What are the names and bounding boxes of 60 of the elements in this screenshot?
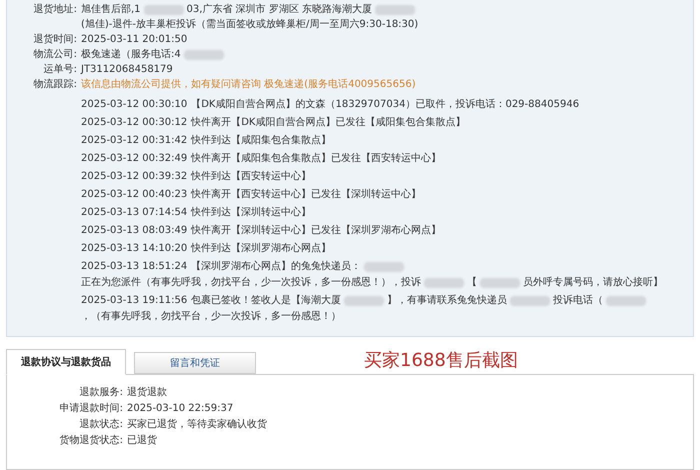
tracking-text: 快件离开【咸阳集包合集散点】已发往【西安转运中心】 [191,152,442,166]
field-label: 退货时间: [32,32,78,47]
field-value: JT3112068458179 [81,63,173,77]
field-value: 旭佳售后部,1 [81,2,141,17]
tracking-text: 快件离开【深圳转运中心】已发往【深圳罗湖布心网点】 [191,224,442,238]
tracking-time: 2025-03-13 18:51:24 [81,260,188,274]
tracking-text: 员外呼专属号码，请放心接听】 [523,276,663,290]
field-value: 已退货 [127,434,157,448]
tracking-time: 2025-03-12 00:31:42 [81,134,188,148]
tracking-text: 快件到达【咸阳集包合集散点】 [191,134,332,148]
redaction-blur [184,50,224,60]
field-value: 退货退款 [127,386,167,400]
redaction-blur [424,278,464,288]
tracking-time: 2025-03-12 00:30:10 [81,98,188,112]
tracking-time: 2025-03-12 00:30:12 [81,116,188,130]
caption: 买家1688售后截图 [364,349,518,373]
tracking-time: 2025-03-12 00:39:32 [81,170,188,184]
field-value: (旭佳)-退件-放丰巢柜投诉（需当面签收或放蜂巢柜/周一至周六9:30-18:30) [81,18,418,32]
tracking-time: 2025-03-12 00:40:23 [81,188,188,202]
redaction-blur [510,296,550,306]
tracking-text: 】，有事请联系兔兔快递员 [387,294,508,308]
tracking-text: 快件到达【深圳转运中心】 [191,206,312,220]
tracking-text: 快件离开【DK咸阳自营合网点】已发往【咸阳集包合集散点】 [191,116,466,130]
field-label: 退款服务: [78,386,124,400]
tracking-text: 【DK咸阳自营合网点】的文森（18329707034）已取件，投诉电话：029-88405946 [191,98,580,112]
redaction-blur [344,296,384,306]
tracking-text: 快件到达【西安转运中心】 [191,170,312,184]
tracking-time: 2025-03-13 08:03:49 [81,224,188,238]
tracking-time: 2025-03-13 19:11:56 [81,294,188,308]
tab[interactable]: 留言和凭证 [134,352,256,374]
tracking-time: 2025-03-12 00:32:49 [81,152,188,166]
redaction-blur [480,278,520,288]
field-label: 退款状态: [78,418,124,432]
field-value: 极兔速递（服务电话:4 [81,48,181,62]
field-label: 物流跟踪: [32,78,78,92]
tracking-text: 快件到达【深圳罗湖布心网点】 [191,242,332,256]
field-label: 货物退货状态: [58,434,124,448]
redaction-blur [364,262,404,272]
tracking-text: 快件离开【西安转运中心】已发往【深圳转运中心】 [191,188,422,202]
field-value: 2025-03-11 20:01:50 [81,33,188,47]
tracking-text: 投诉电话（ [553,294,604,308]
tracking-text: 正在为您派件（有事先呼我，勿找平台，少一次投诉，多一份感恩！），投诉 [81,276,421,290]
redaction-blur [375,4,415,14]
tracking-time: 2025-03-13 07:14:54 [81,206,188,220]
tracking-time: 2025-03-13 14:10:20 [81,242,188,256]
tracking-text: 包裹已签收！签收人是【海潮大厦 [191,294,342,308]
redaction-blur [606,296,646,306]
field-value: 2025-03-10 22:59:37 [127,402,234,416]
field-label: 运单号: [42,62,78,77]
tab[interactable]: 退款协议与退款货品 [6,349,126,375]
tracking-text: ，（有事先呼我，勿找平台，少一次投诉，多一份感恩！） [81,310,341,324]
field-label: 申请退款时间: [58,402,124,416]
field-value: 买家已退货，等待卖家确认收货 [127,418,267,432]
field-label: 物流公司: [32,48,78,62]
tracking-text: 【深圳罗湖布心网点】的兔兔快递员： [191,260,362,274]
notice-text: 该信息由物流公司提供，如有疑问请咨询 极兔速递(服务电话4009565656) [81,78,416,92]
field-value: 03,广东省 深圳市 罗湖区 东晓路海潮大厦 [186,2,372,17]
redaction-blur [144,4,184,14]
tracking-text: 【 [467,276,477,290]
field-label: 退货地址: [32,2,78,17]
